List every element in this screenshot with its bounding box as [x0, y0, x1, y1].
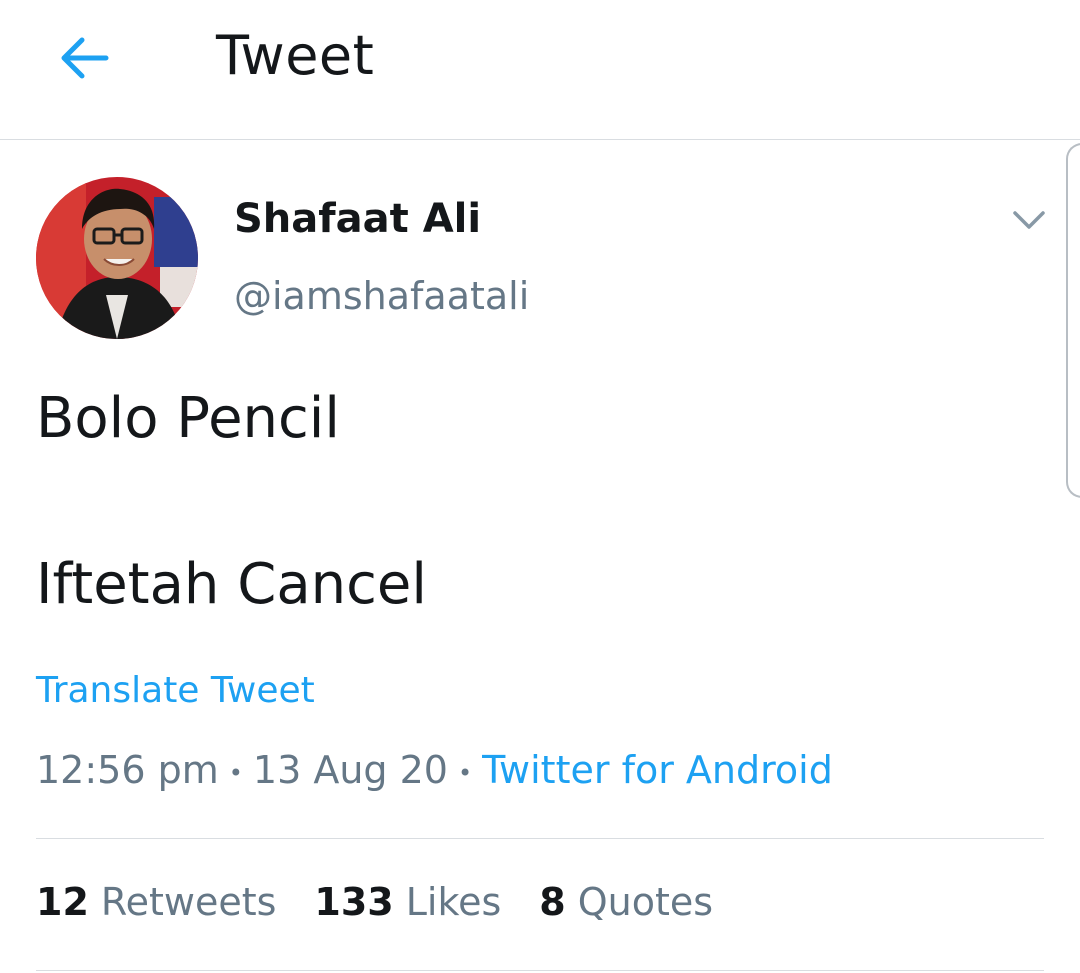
scroll-indicator[interactable]	[1066, 143, 1080, 498]
retweets-stat[interactable]: 12 Retweets	[36, 880, 276, 924]
tweet-time: 12:56 pm	[36, 748, 219, 792]
separator-dot: •	[457, 758, 473, 787]
divider	[36, 970, 1044, 971]
likes-stat[interactable]: 133 Likes	[314, 880, 501, 924]
tweet-stats: 12 Retweets 133 Likes 8 Quotes	[36, 880, 713, 924]
likes-label: Likes	[405, 880, 502, 924]
translate-tweet-link[interactable]: Translate Tweet	[36, 670, 315, 711]
back-button[interactable]	[52, 28, 116, 88]
retweets-count: 12	[36, 880, 89, 924]
top-app-bar: Tweet	[0, 0, 1080, 140]
separator-dot: •	[228, 758, 243, 787]
tweet-source-link[interactable]: Twitter for Android	[482, 748, 833, 792]
retweets-label: Retweets	[100, 880, 277, 924]
tweet-metadata: 12:56 pm • 13 Aug 20 • Twitter for Android	[36, 748, 833, 792]
author-name[interactable]: Shafaat Ali	[234, 196, 481, 242]
tweet-text-line: Bolo Pencil	[36, 386, 340, 451]
quotes-stat[interactable]: 8 Quotes	[539, 880, 713, 924]
quotes-label: Quotes	[577, 880, 714, 924]
profile-photo	[36, 177, 198, 339]
chevron-down-icon	[1013, 211, 1045, 229]
quotes-count: 8	[539, 880, 566, 924]
tweet-menu-button[interactable]	[1006, 200, 1052, 240]
arrow-left-icon	[61, 37, 109, 79]
tweet-text-line: Iftetah Cancel	[36, 552, 427, 617]
likes-count: 133	[314, 880, 394, 924]
divider	[36, 838, 1044, 839]
avatar[interactable]	[36, 177, 198, 339]
author-handle[interactable]: @iamshafaatali	[234, 274, 529, 318]
page-title: Tweet	[216, 24, 375, 87]
tweet-date: 13 Aug 20	[252, 748, 448, 792]
